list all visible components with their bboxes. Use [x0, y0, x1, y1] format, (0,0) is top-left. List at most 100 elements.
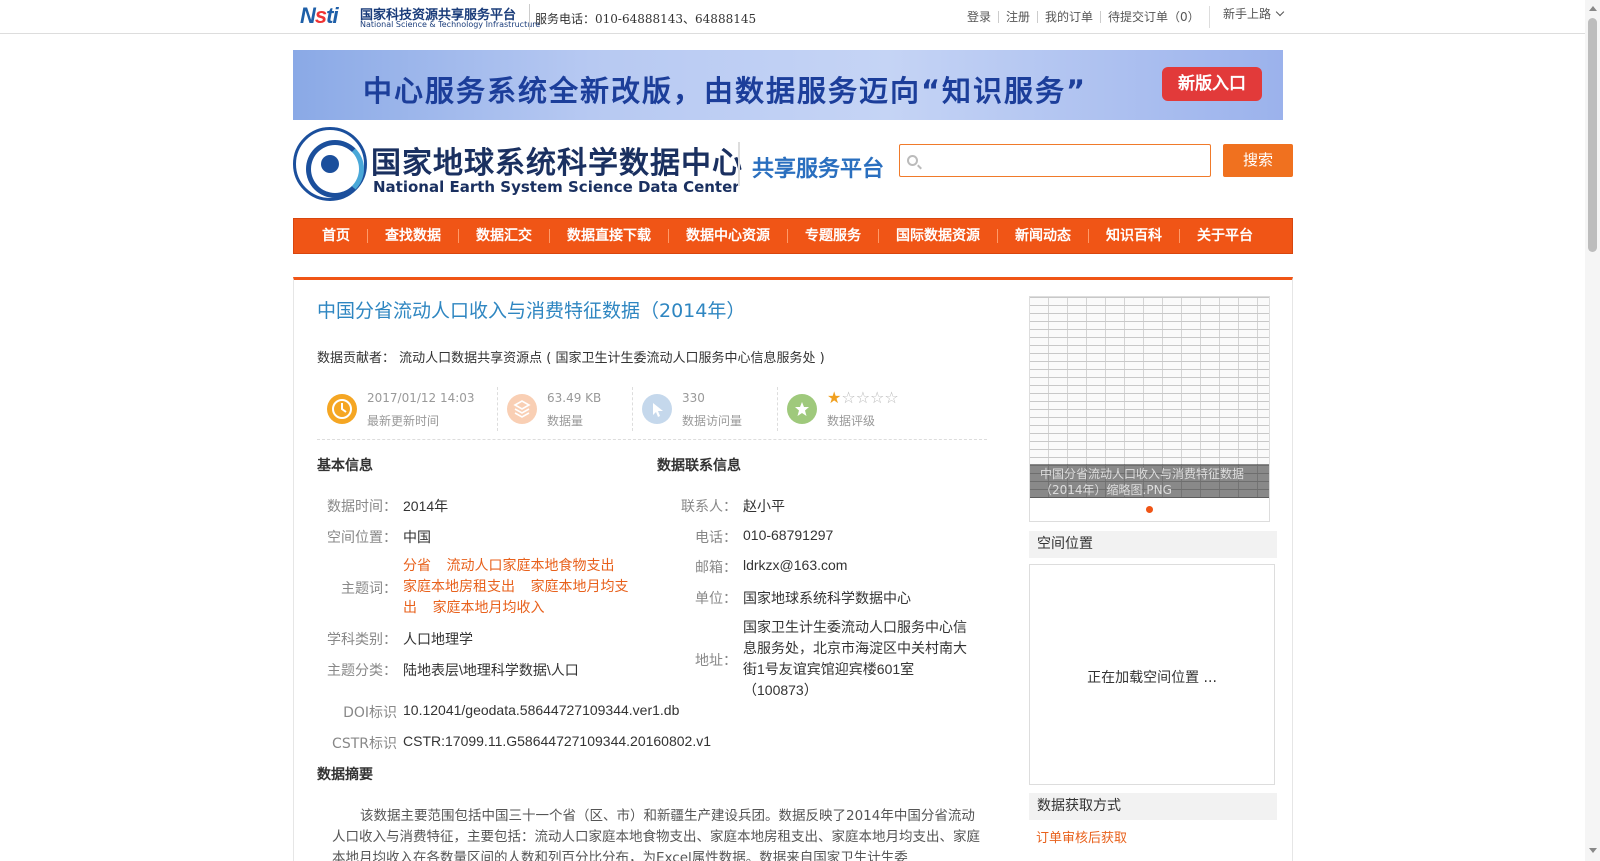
info-subject-link[interactable]: 人口地理学 — [403, 629, 473, 649]
star-empty-icon: ☆ — [870, 388, 885, 407]
contact-org-value: 国家地球系统科学数据中心 — [743, 590, 911, 606]
star-empty-icon: ☆ — [841, 388, 856, 407]
vertical-scrollbar[interactable] — [1585, 0, 1600, 861]
star-badge-icon — [787, 394, 817, 424]
search-input[interactable] — [924, 149, 1204, 173]
stat-visits: 330 数据访问量 — [632, 383, 777, 431]
scrollbar-thumb[interactable] — [1588, 18, 1597, 252]
my-orders-link[interactable]: 我的订单 — [1037, 11, 1100, 23]
carousel-dot[interactable] — [1146, 506, 1153, 513]
top-bar: Nsti 国家科技资源共享服务平台 National Science & Tec… — [0, 0, 1600, 34]
platform-name: 共享服务平台 — [752, 157, 885, 182]
access-heading: 数据获取方式 — [1029, 793, 1277, 820]
keyword-link[interactable]: 家庭本地房租支出 — [403, 578, 515, 594]
info-doi-value: 10.12041/geodata.58644727109344.ver1.db — [403, 702, 680, 718]
nav-center-resources[interactable]: 数据中心资源 — [668, 229, 787, 243]
chevron-down-icon — [1275, 7, 1285, 17]
stat-rating-label: 数据评级 — [827, 414, 876, 428]
info-topic-label: 主题分类： — [327, 663, 397, 679]
stat-size: 63.49 KB 数据量 — [497, 383, 632, 431]
search-button[interactable]: 搜索 — [1223, 144, 1293, 177]
clock-icon — [327, 394, 357, 424]
divider — [529, 4, 530, 30]
map-loading-text: 正在加载空间位置 ... — [1087, 670, 1217, 686]
database-icon — [507, 394, 537, 424]
stat-visits-label: 数据访问量 — [682, 414, 743, 428]
contact-phone-value: 010-68791297 — [743, 527, 834, 543]
nav-about[interactable]: 关于平台 — [1179, 229, 1270, 243]
star-filled-icon: ★ — [827, 388, 842, 407]
info-space-link[interactable]: 中国 — [403, 527, 431, 547]
nsti-logo[interactable]: Nsti 国家科技资源共享服务平台 National Science & Tec… — [300, 2, 540, 30]
contact-address-label: 地址： — [695, 653, 737, 669]
info-cstr-label: CSTR标识 — [332, 736, 397, 752]
earth-emblem-icon — [293, 127, 367, 201]
scroll-up-icon[interactable] — [1589, 6, 1597, 11]
contributor: 数据贡献者： 流动人口数据共享资源点 ( 国家卫生计生委流动人口服务中心信息服务… — [317, 347, 825, 366]
center-name-en: National Earth System Science Data Cente… — [373, 178, 740, 196]
dataset-title: 中国分省流动人口收入与消费特征数据（2014年） — [317, 300, 746, 322]
visits-icon — [642, 394, 672, 424]
dataset-thumbnail[interactable]: 中国分省流动人口收入与消费特征数据（2014年）缩略图.PNG — [1029, 296, 1270, 522]
abstract-text: 该数据主要范围包括中国三十一个省（区、市）和新疆生产建设兵团。数据反映了2014… — [332, 808, 980, 861]
contact-email-value: ldrkzx@163.com — [743, 557, 848, 573]
map-container[interactable]: 正在加载空间位置 ... — [1029, 564, 1275, 785]
basic-info-heading: 基本信息 — [317, 458, 373, 474]
info-cstr-value: CSTR:17099.11.G58644727109344.20160802.v… — [403, 733, 711, 749]
pending-orders-link[interactable]: 待提交订单（0） — [1100, 11, 1207, 23]
info-time-label: 数据时间： — [327, 499, 397, 515]
nav-data-submission[interactable]: 数据汇交 — [458, 229, 549, 243]
nav-topic-services[interactable]: 专题服务 — [787, 229, 878, 243]
nav-direct-download[interactable]: 数据直接下载 — [549, 229, 668, 243]
register-link[interactable]: 注册 — [998, 11, 1037, 23]
star-empty-icon: ☆ — [855, 388, 871, 407]
nav-home[interactable]: 首页 — [305, 229, 367, 243]
newbie-label: 新手上路 — [1223, 7, 1272, 21]
search-box — [899, 144, 1211, 177]
nav-intl-resources[interactable]: 国际数据资源 — [878, 229, 997, 243]
contributor-label: 数据贡献者： — [317, 351, 396, 366]
keyword-link[interactable]: 分省 — [403, 557, 431, 573]
main-nav: 首页 查找数据 数据汇交 数据直接下载 数据中心资源 专题服务 国际数据资源 新… — [293, 218, 1293, 254]
info-space-label: 空间位置： — [327, 530, 397, 546]
contact-phone-label: 电话： — [695, 530, 737, 546]
contact-person-value: 赵小平 — [743, 498, 785, 514]
data-center-logo[interactable]: 国家地球系统科学数据中心 National Earth System Scien… — [293, 126, 742, 202]
stat-updated-value: 2017/01/12 14:03 — [367, 391, 475, 405]
keyword-link[interactable]: 流动人口家庭本地食物支出 — [447, 557, 615, 573]
access-link[interactable]: 订单审核后获取 — [1036, 827, 1127, 846]
info-time-value: 2014年 — [403, 498, 449, 514]
space-heading: 空间位置 — [1029, 531, 1277, 558]
login-link[interactable]: 登录 — [960, 11, 998, 23]
header-divider — [738, 142, 740, 186]
info-subject-label: 学科类别： — [327, 632, 397, 648]
new-version-button[interactable]: 新版入口 — [1162, 67, 1262, 101]
stats-bar: 2017/01/12 14:03 最新更新时间 63.49 KB 数据量 330… — [317, 383, 987, 440]
nsti-mark-icon: Nsti — [300, 3, 339, 28]
contributor-value: 流动人口数据共享资源点 ( 国家卫生计生委流动人口服务中心信息服务处 ) — [399, 351, 825, 366]
nav-encyclopedia[interactable]: 知识百科 — [1088, 229, 1179, 243]
newbie-dropdown[interactable]: 新手上路 — [1209, 6, 1287, 28]
contact-email-label: 邮箱： — [695, 560, 737, 576]
contact-address-value: 国家卫生计生委流动人口服务中心信息服务处，北京市海淀区中关村南大街1号友谊宾馆迎… — [743, 619, 967, 698]
keyword-link[interactable]: 家庭本地月均收入 — [433, 599, 545, 615]
info-keywords-label: 主题词： — [341, 581, 397, 597]
center-name-cn: 国家地球系统科学数据中心 — [371, 146, 743, 181]
nav-find-data[interactable]: 查找数据 — [367, 229, 458, 243]
promo-banner[interactable]: 中心服务系统全新改版，由数据服务迈向“知识服务” 新版入口 — [293, 50, 1283, 120]
nav-news[interactable]: 新闻动态 — [997, 229, 1088, 243]
top-links: 登录 注册 我的订单 待提交订单（0） — [960, 10, 1207, 24]
service-phone: 服务电话：010-64888143、64888145 — [535, 12, 757, 26]
info-topic-link[interactable]: 陆地表层\地理科学数据\人口 — [403, 660, 579, 680]
page: Nsti 国家科技资源共享服务平台 National Science & Tec… — [0, 0, 1600, 861]
contact-person-label: 联系人： — [681, 499, 737, 515]
contact-heading: 数据联系信息 — [657, 458, 741, 474]
stat-updated: 2017/01/12 14:03 最新更新时间 — [317, 383, 497, 431]
stat-visits-value: 330 — [682, 391, 705, 405]
stat-size-label: 数据量 — [547, 414, 584, 428]
scroll-down-icon[interactable] — [1589, 848, 1597, 853]
stat-size-value: 63.49 KB — [547, 391, 602, 405]
thumbnail-caption: 中国分省流动人口收入与消费特征数据（2014年）缩略图.PNG — [1030, 464, 1269, 498]
rating-stars: ★☆☆☆☆ — [827, 388, 899, 407]
keyword-list: 分省 流动人口家庭本地食物支出 家庭本地房租支出 家庭本地月均支出 家庭本地月均… — [403, 555, 643, 618]
